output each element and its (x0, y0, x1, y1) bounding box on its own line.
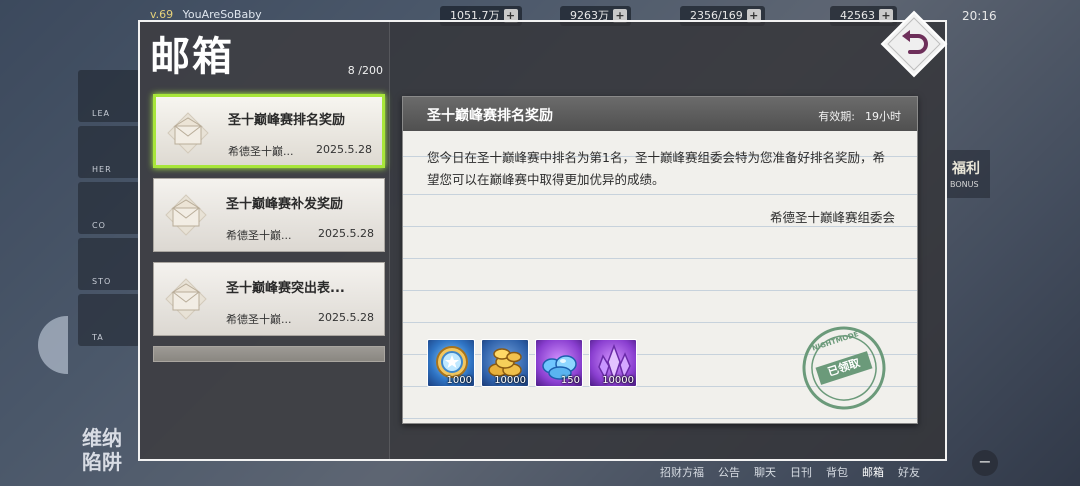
clock: 20:16 (962, 9, 997, 23)
bonus-badge: 福利 BONUS (946, 150, 990, 198)
mail-body: 您今日在圣十巅峰赛中排名为第1名，圣十巅峰赛组委会特为您准备好排名奖励，希望您可… (427, 150, 885, 187)
mail-list: 圣十巅峰赛排名奖励 希德圣十巅... 2025.5.28 圣十巅峰赛补发奖励 希… (153, 94, 385, 362)
envelope-open-icon (167, 112, 209, 154)
mail-list-panel: 邮箱 8 /200 圣十巅峰赛排名奖励 希德圣十巅... 2025.5.28 圣… (140, 22, 390, 459)
mail-subject: 圣十巅峰赛突出表... (226, 281, 345, 296)
collapse-icon: − (972, 450, 998, 476)
stamp-ring-text: NIGHTMODE (811, 330, 860, 353)
left-menu-item: STO (78, 238, 140, 290)
nav-chat: 聊天 (754, 466, 776, 479)
event-banner: 维纳 陷阱 (82, 426, 122, 474)
left-menu-item: LEA (78, 70, 140, 122)
mail-sender: 希德圣十巅... (228, 145, 294, 158)
nav-mail: 邮箱 (862, 466, 884, 479)
claimed-stamp: NIGHTMODE 已领取 (790, 314, 898, 422)
envelope-open-icon (165, 194, 207, 236)
mail-date: 2025.5.28 (318, 311, 374, 324)
mail-detail-subject: 圣十巅峰赛排名奖励 (427, 108, 553, 124)
expiry-label: 有效期: (818, 110, 855, 123)
mail-sender: 希德圣十巅... (226, 229, 292, 242)
mail-expiry: 有效期: 19小时 (818, 108, 901, 124)
left-menu-label: CO (92, 221, 106, 230)
mail-date: 2025.5.28 (318, 227, 374, 240)
left-menu-item: CO (78, 182, 140, 234)
mail-subject: 圣十巅峰赛排名奖励 (228, 113, 346, 128)
left-menu-label: HER (92, 165, 112, 174)
reward-item[interactable]: 1000 (427, 339, 475, 387)
bonus-badge-label: 福利 (952, 161, 980, 177)
reward-item[interactable]: 150 (535, 339, 583, 387)
bonus-badge-sub: BONUS (950, 180, 979, 189)
envelope-open-icon (165, 278, 207, 320)
mail-detail-header: 圣十巅峰赛排名奖励 有效期: 19小时 (403, 97, 917, 131)
nav-bag: 背包 (826, 466, 848, 479)
mail-date: 2025.5.28 (316, 143, 372, 156)
left-menu-item: TA (78, 294, 140, 346)
event-banner-subtitle: 陷阱 (82, 450, 122, 474)
left-menu-item: HER (78, 126, 140, 178)
mail-item[interactable]: 圣十巅峰赛补发奖励 希德圣十巅... 2025.5.28 (153, 178, 385, 252)
event-banner-title: 维纳 (82, 426, 122, 450)
mail-count: 8 /200 (347, 64, 383, 77)
reward-qty: 1000 (446, 375, 472, 386)
reward-item[interactable]: 10000 (589, 339, 637, 387)
mail-subject: 圣十巅峰赛补发奖励 (226, 197, 344, 212)
mailbox-title: 邮箱 (150, 33, 234, 80)
nav-fortune: 招财方福 (660, 466, 704, 479)
mail-item[interactable]: 圣十巅峰赛突出表... 希德圣十巅... 2025.5.28 (153, 262, 385, 336)
bottom-nav: 招财方福 公告 聊天 日刊 背包 邮箱 好友 (660, 464, 920, 480)
reward-qty: 10000 (494, 375, 526, 386)
nav-friends: 好友 (898, 466, 920, 479)
back-button[interactable] (880, 10, 948, 78)
mail-signature: 希德圣十巅峰赛组委会 (769, 210, 895, 225)
mail-item-partial[interactable] (153, 346, 385, 362)
nav-notice: 公告 (718, 466, 740, 479)
nav-daily: 日刊 (790, 466, 812, 479)
mailbox-window: 邮箱 8 /200 圣十巅峰赛排名奖励 希德圣十巅... 2025.5.28 圣… (138, 20, 947, 461)
expiry-value: 19小时 (865, 110, 901, 123)
mail-detail: 圣十巅峰赛排名奖励 有效期: 19小时 您今日在圣十巅峰赛中排名为第1名，圣十巅峰… (402, 96, 918, 424)
reward-qty: 10000 (602, 375, 634, 386)
mail-item-selected[interactable]: 圣十巅峰赛排名奖励 希德圣十巅... 2025.5.28 (153, 94, 385, 168)
left-menu-label: STO (92, 277, 112, 286)
left-menu-label: TA (92, 333, 104, 342)
reward-qty: 150 (560, 375, 580, 386)
mail-sender: 希德圣十巅... (226, 313, 292, 326)
reward-item[interactable]: 10000 (481, 339, 529, 387)
reward-list: 1000 10000 150 10000 (427, 339, 637, 387)
left-menu-label: LEA (92, 109, 110, 118)
left-menu: LEA HER CO STO TA (78, 70, 140, 350)
